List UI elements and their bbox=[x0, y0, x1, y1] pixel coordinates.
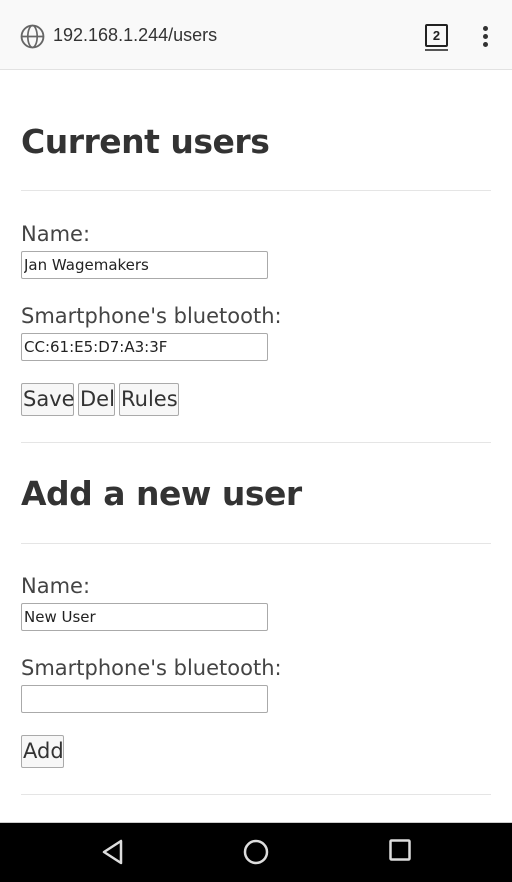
add-user-heading: Add a new user bbox=[21, 474, 302, 513]
new-name-input[interactable] bbox=[21, 603, 268, 631]
divider bbox=[21, 190, 491, 191]
home-icon[interactable] bbox=[243, 839, 269, 865]
name-label: Name: bbox=[21, 574, 91, 598]
tab-switcher-button[interactable]: 2 bbox=[425, 24, 448, 51]
overflow-menu-button[interactable] bbox=[478, 24, 494, 50]
save-button[interactable]: Save bbox=[21, 383, 75, 416]
divider bbox=[21, 442, 491, 443]
delete-button[interactable]: Del bbox=[78, 383, 115, 416]
current-users-heading: Current users bbox=[21, 122, 270, 161]
back-icon[interactable] bbox=[101, 839, 125, 865]
divider bbox=[21, 794, 491, 795]
current-bluetooth-input[interactable] bbox=[21, 333, 268, 361]
tab-count: 2 bbox=[425, 24, 448, 47]
bluetooth-label: Smartphone's bluetooth: bbox=[21, 656, 282, 680]
address-bar[interactable]: 192.168.1.244/users bbox=[53, 25, 217, 46]
menu-dot bbox=[483, 42, 488, 47]
name-label: Name: bbox=[21, 222, 91, 246]
globe-icon bbox=[20, 24, 45, 49]
current-name-input[interactable] bbox=[21, 251, 268, 279]
tab-switcher-icon bbox=[425, 49, 448, 51]
recents-icon[interactable] bbox=[389, 839, 411, 861]
overflow-menu-icon bbox=[483, 26, 488, 31]
rules-button[interactable]: Rules bbox=[119, 383, 179, 416]
new-bluetooth-input[interactable] bbox=[21, 685, 268, 713]
add-button[interactable]: Add bbox=[21, 735, 64, 768]
menu-dot bbox=[483, 34, 488, 39]
system-navbar bbox=[0, 822, 512, 882]
browser-toolbar: 192.168.1.244/users 2 bbox=[0, 0, 512, 70]
bluetooth-label: Smartphone's bluetooth: bbox=[21, 304, 282, 328]
divider bbox=[21, 543, 491, 544]
